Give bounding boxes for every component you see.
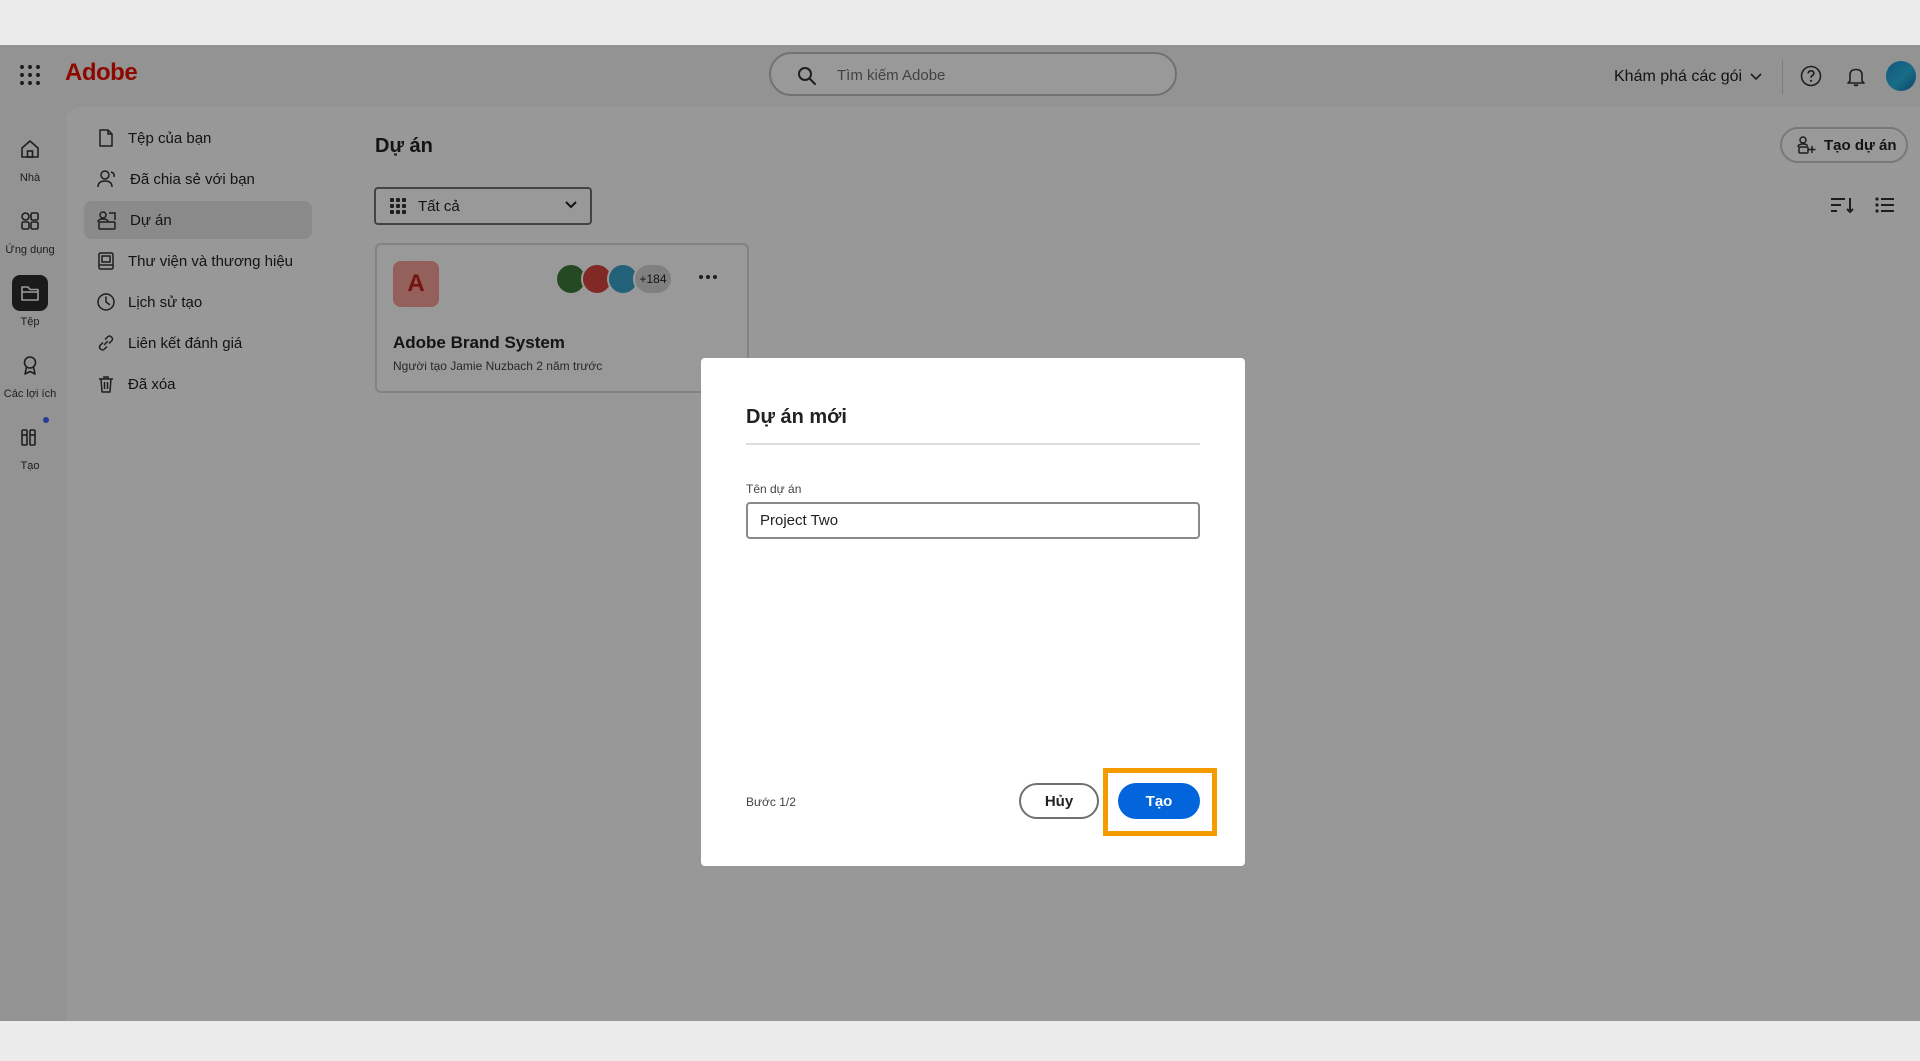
- project-name-input[interactable]: [746, 502, 1200, 539]
- step-indicator: Bước 1/2: [746, 795, 796, 809]
- app-window: Adobe Tìm kiếm Adobe Khám phá các gói Nh…: [0, 45, 1920, 1021]
- highlight-box: [1103, 768, 1217, 836]
- cancel-button[interactable]: Hủy: [1019, 783, 1099, 819]
- dialog-divider: [746, 443, 1200, 445]
- new-project-dialog: Dự án mới Tên dự án Bước 1/2 Hủy Tạo: [701, 358, 1245, 866]
- dialog-title: Dự án mới: [746, 406, 847, 428]
- project-name-label: Tên dự án: [746, 482, 802, 496]
